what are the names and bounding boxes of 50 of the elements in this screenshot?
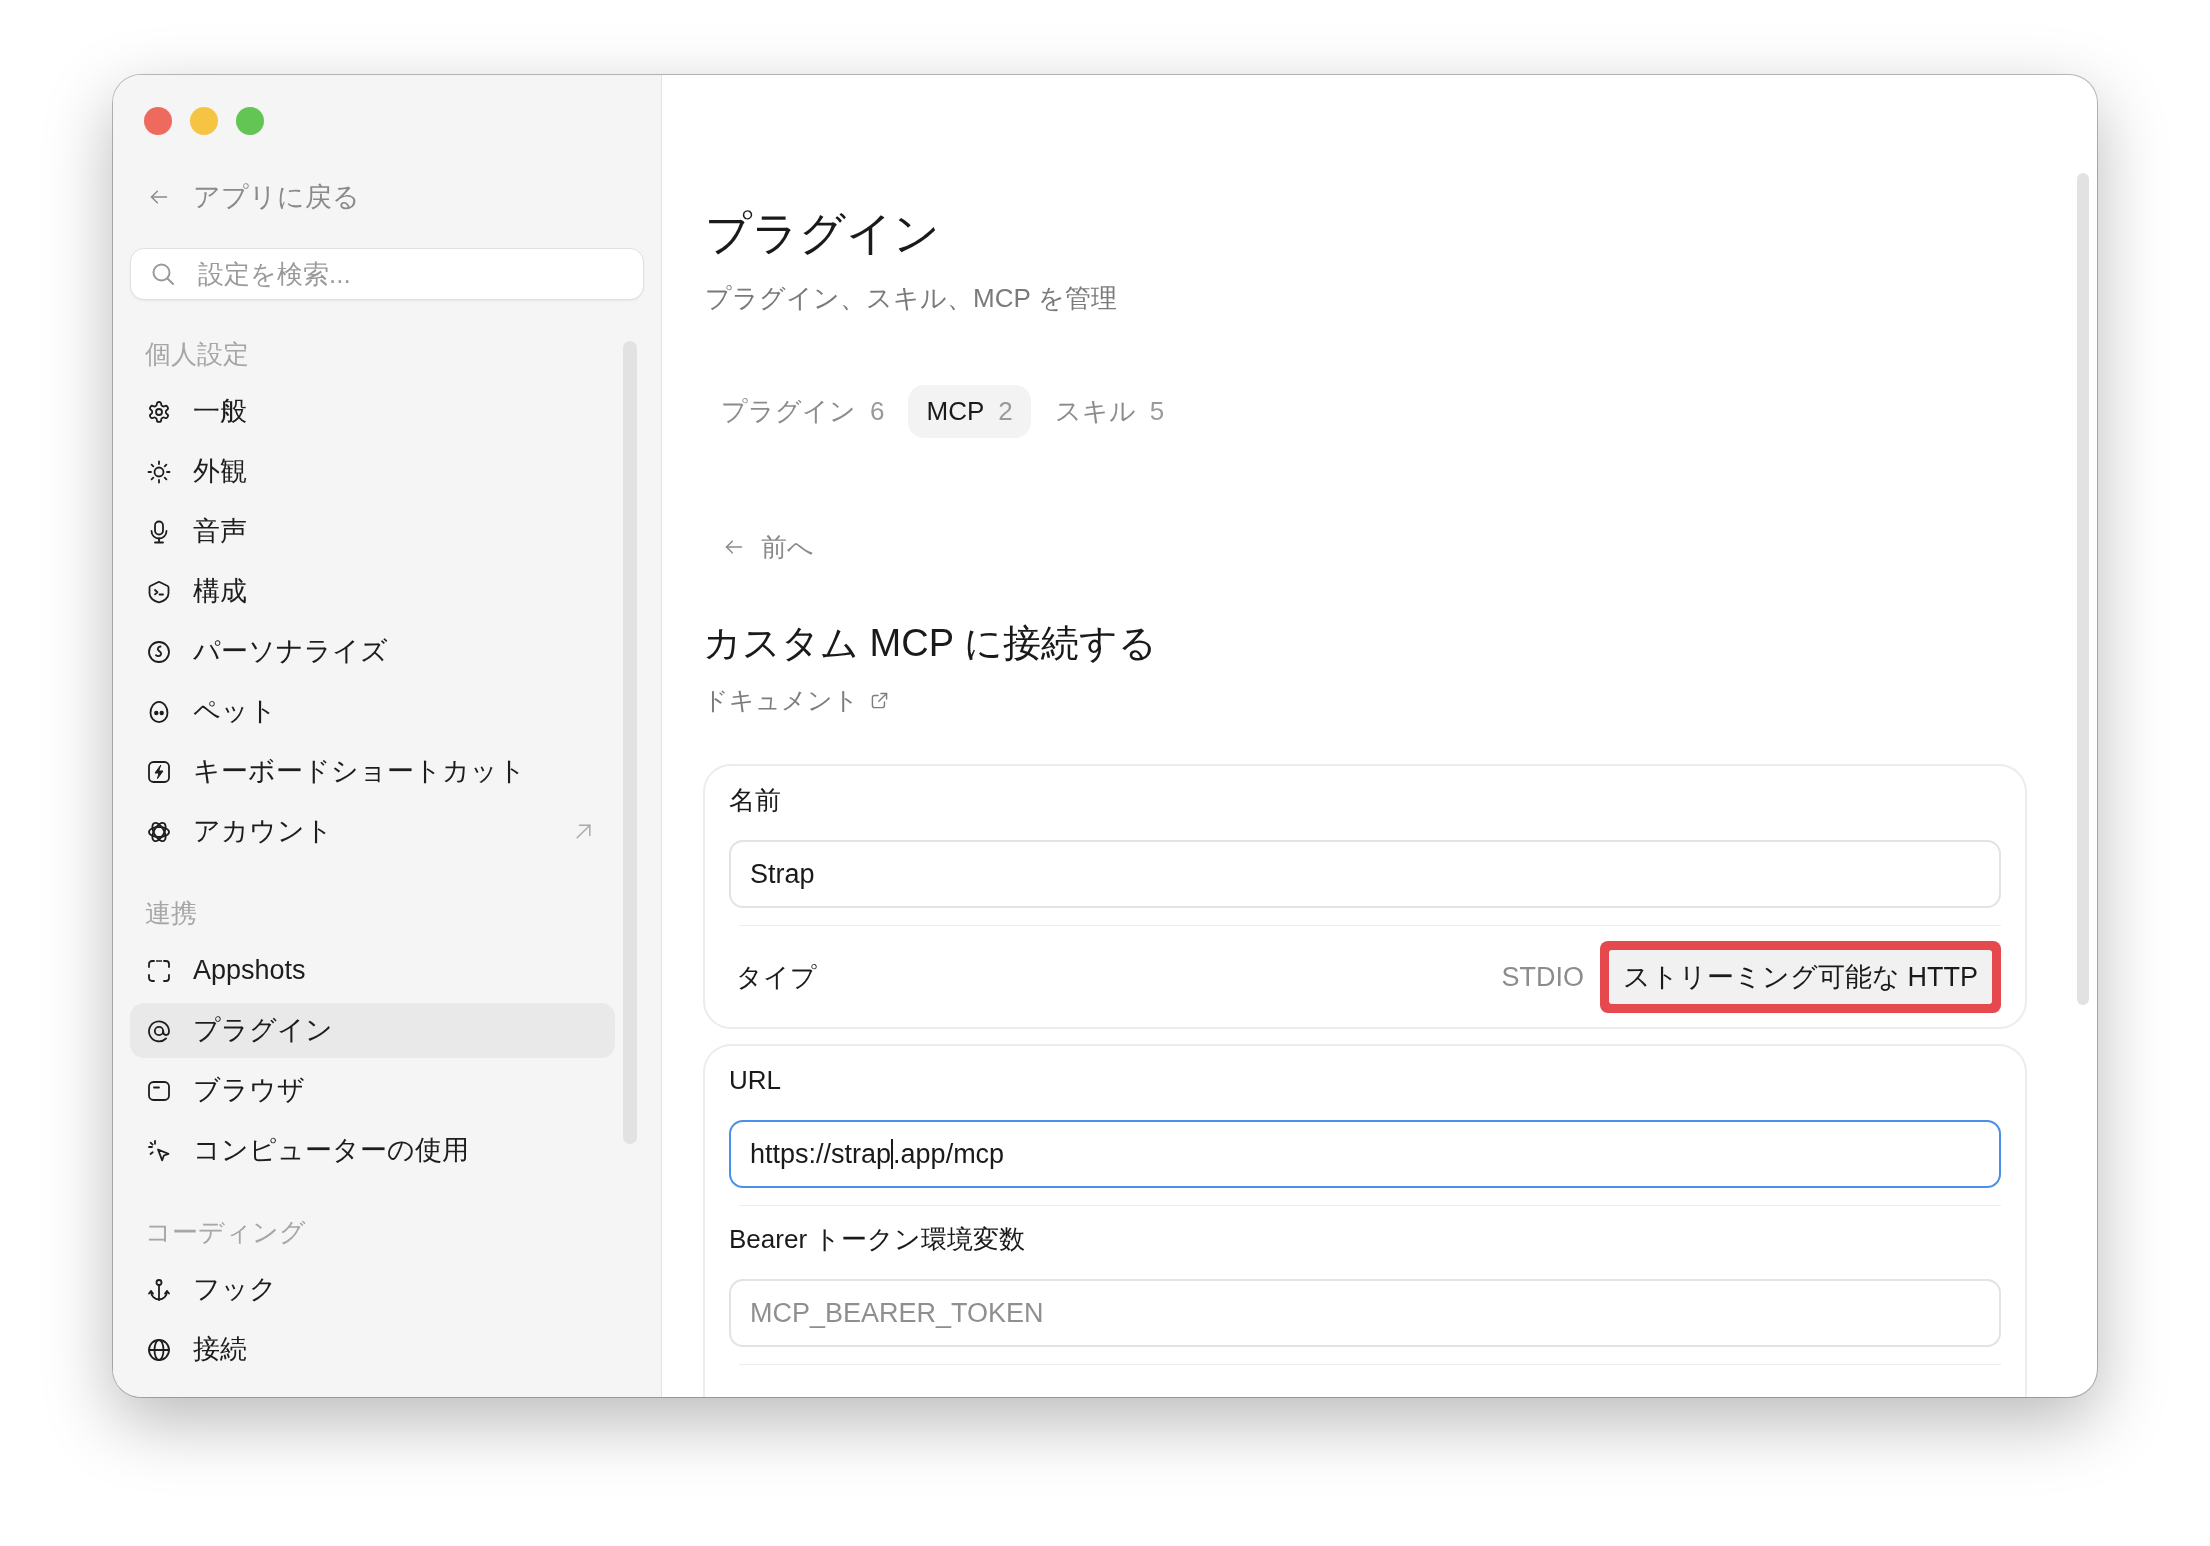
zoom-button[interactable] bbox=[236, 107, 264, 135]
sidebar-item[interactable]: 外観 bbox=[130, 444, 615, 499]
close-button[interactable] bbox=[144, 107, 172, 135]
section-header: 連携 bbox=[145, 896, 197, 930]
sidebar-item[interactable]: 一般 bbox=[130, 384, 615, 439]
lightning-square-icon bbox=[147, 759, 171, 784]
section-header: コーディング bbox=[145, 1215, 306, 1249]
screenshot-frame-icon bbox=[147, 958, 171, 983]
sidebar-item[interactable]: ブラウザ bbox=[130, 1063, 615, 1118]
cursor-sparkle-icon bbox=[147, 1138, 171, 1163]
sidebar-item[interactable]: プラグイン bbox=[130, 1003, 615, 1058]
search-icon bbox=[151, 262, 175, 286]
tab[interactable]: MCP 2 bbox=[908, 385, 1031, 438]
sun-icon bbox=[147, 459, 171, 484]
gear-icon bbox=[147, 399, 171, 424]
shield-prompt-icon bbox=[147, 579, 171, 604]
sidebar-item[interactable]: 構成 bbox=[130, 564, 615, 619]
minimize-button[interactable] bbox=[190, 107, 218, 135]
input-field[interactable]: https://strap.app/mcp bbox=[729, 1120, 2001, 1188]
sidebar-item[interactable]: フック bbox=[130, 1262, 615, 1317]
sidebar-item[interactable]: コンピューターの使用 bbox=[130, 1123, 615, 1178]
field-label: タイプ bbox=[736, 960, 817, 994]
sidebar-item[interactable]: キーボードショートカット bbox=[130, 744, 615, 799]
field-label: Bearer トークン環境変数 bbox=[729, 1223, 1026, 1256]
sidebar-item[interactable]: 音声 bbox=[130, 504, 615, 559]
section-header: 個人設定 bbox=[145, 337, 249, 371]
segment-option[interactable]: ストリーミング可能な HTTP bbox=[1609, 950, 1992, 1004]
atom-icon bbox=[147, 819, 171, 844]
field-label: URL bbox=[729, 1064, 781, 1097]
field-label: 名前 bbox=[729, 784, 781, 817]
section-title: カスタム MCP に接続する bbox=[703, 621, 1157, 666]
sidebar-item[interactable]: Appshots bbox=[130, 943, 615, 998]
sidebar-item[interactable]: 接続 bbox=[130, 1322, 615, 1377]
browser-window-icon bbox=[147, 1078, 171, 1103]
egg-face-icon bbox=[147, 699, 171, 724]
back-button[interactable]: 前へ bbox=[722, 529, 814, 565]
at-sign-icon bbox=[147, 1018, 171, 1043]
page-subtitle: プラグイン、スキル、MCP を管理 bbox=[705, 282, 1117, 315]
external-link-icon bbox=[871, 691, 888, 709]
documentation-link[interactable]: ドキュメント bbox=[703, 683, 888, 717]
page-title: プラグイン bbox=[705, 206, 940, 261]
anchor-icon bbox=[147, 1277, 171, 1302]
text-cursor-icon bbox=[891, 1139, 894, 1169]
scrollbar[interactable] bbox=[2077, 173, 2089, 1005]
sidebar-item[interactable]: アカウント bbox=[130, 804, 615, 859]
sidebar-item[interactable]: パーソナライズ bbox=[130, 624, 615, 679]
globe-icon bbox=[147, 1337, 171, 1362]
input-field[interactable]: Strap bbox=[729, 840, 2001, 908]
sidebar-item[interactable]: ペット bbox=[130, 684, 615, 739]
swirl-circle-icon bbox=[147, 639, 171, 664]
